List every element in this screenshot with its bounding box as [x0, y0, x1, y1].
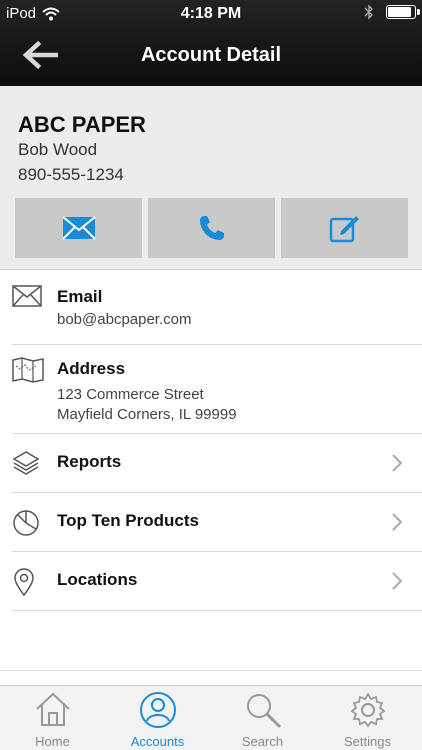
divider — [0, 670, 422, 671]
chevron-right-icon — [392, 454, 402, 472]
reports-row[interactable]: Reports — [12, 434, 422, 493]
search-icon — [246, 694, 280, 728]
email-button[interactable] — [15, 198, 142, 258]
tab-search-label: Search — [241, 734, 284, 749]
address-line2: Mayfield Corners, IL 99999 — [57, 406, 237, 423]
user-icon — [139, 692, 176, 728]
contact-phone: 890-555-1234 — [18, 165, 124, 184]
tab-home-label: Home — [35, 734, 70, 749]
status-bar: iPod 4:18 PM — [0, 0, 422, 28]
chevron-right-icon — [392, 572, 402, 590]
address-line1: 123 Commerce Street — [57, 386, 204, 403]
address-label: Address — [57, 359, 126, 378]
bluetooth-icon — [364, 4, 373, 20]
edit-icon — [329, 216, 359, 243]
edit-button[interactable] — [281, 198, 408, 258]
tab-accounts[interactable]: Accounts — [105, 686, 210, 750]
tab-home[interactable]: Home — [0, 686, 105, 750]
email-label: Email — [57, 287, 103, 306]
detail-list: Email bob@abcpaper.com Address 123 Comme… — [0, 270, 422, 611]
tab-settings-label: Settings — [344, 734, 391, 749]
reports-label: Reports — [57, 452, 122, 471]
battery-icon — [386, 5, 420, 19]
account-header: ABC PAPER Bob Wood 890-555-1234 — [0, 86, 422, 270]
address-row: Address 123 Commerce Street Mayfield Cor… — [12, 345, 422, 434]
map-icon — [12, 357, 44, 383]
tab-bar: Home Accounts Search Settings — [0, 685, 422, 750]
status-time: 4:18 PM — [180, 5, 242, 22]
company-name: ABC PAPER — [18, 112, 146, 137]
tab-settings[interactable]: Settings — [315, 686, 420, 750]
email-value[interactable]: bob@abcpaper.com — [57, 310, 191, 330]
tab-search[interactable]: Search — [210, 686, 315, 750]
call-button[interactable] — [148, 198, 275, 258]
map-pin-icon — [14, 568, 34, 597]
layers-icon — [12, 451, 40, 475]
top-ten-products-label: Top Ten Products — [57, 511, 199, 530]
gear-icon — [350, 692, 385, 728]
home-icon — [35, 692, 70, 726]
page-title: Account Detail — [140, 44, 282, 66]
email-row: Email bob@abcpaper.com — [12, 270, 422, 345]
chevron-right-icon — [392, 513, 402, 531]
screen: iPod 4:18 PM Account Detail ABC PAPER Bo… — [0, 0, 422, 750]
pie-chart-icon — [13, 510, 39, 536]
top-bar: iPod 4:18 PM Account Detail — [0, 0, 422, 86]
mail-outline-icon — [12, 285, 42, 307]
nav-bar: Account Detail — [0, 28, 422, 86]
contact-name: Bob Wood — [18, 140, 98, 159]
phone-icon — [199, 216, 224, 240]
locations-label: Locations — [57, 570, 138, 589]
tab-accounts-label: Accounts — [130, 734, 185, 749]
mail-icon — [61, 216, 96, 240]
top-ten-products-row[interactable]: Top Ten Products — [12, 493, 422, 552]
action-buttons — [15, 198, 408, 258]
locations-row[interactable]: Locations — [12, 552, 422, 611]
